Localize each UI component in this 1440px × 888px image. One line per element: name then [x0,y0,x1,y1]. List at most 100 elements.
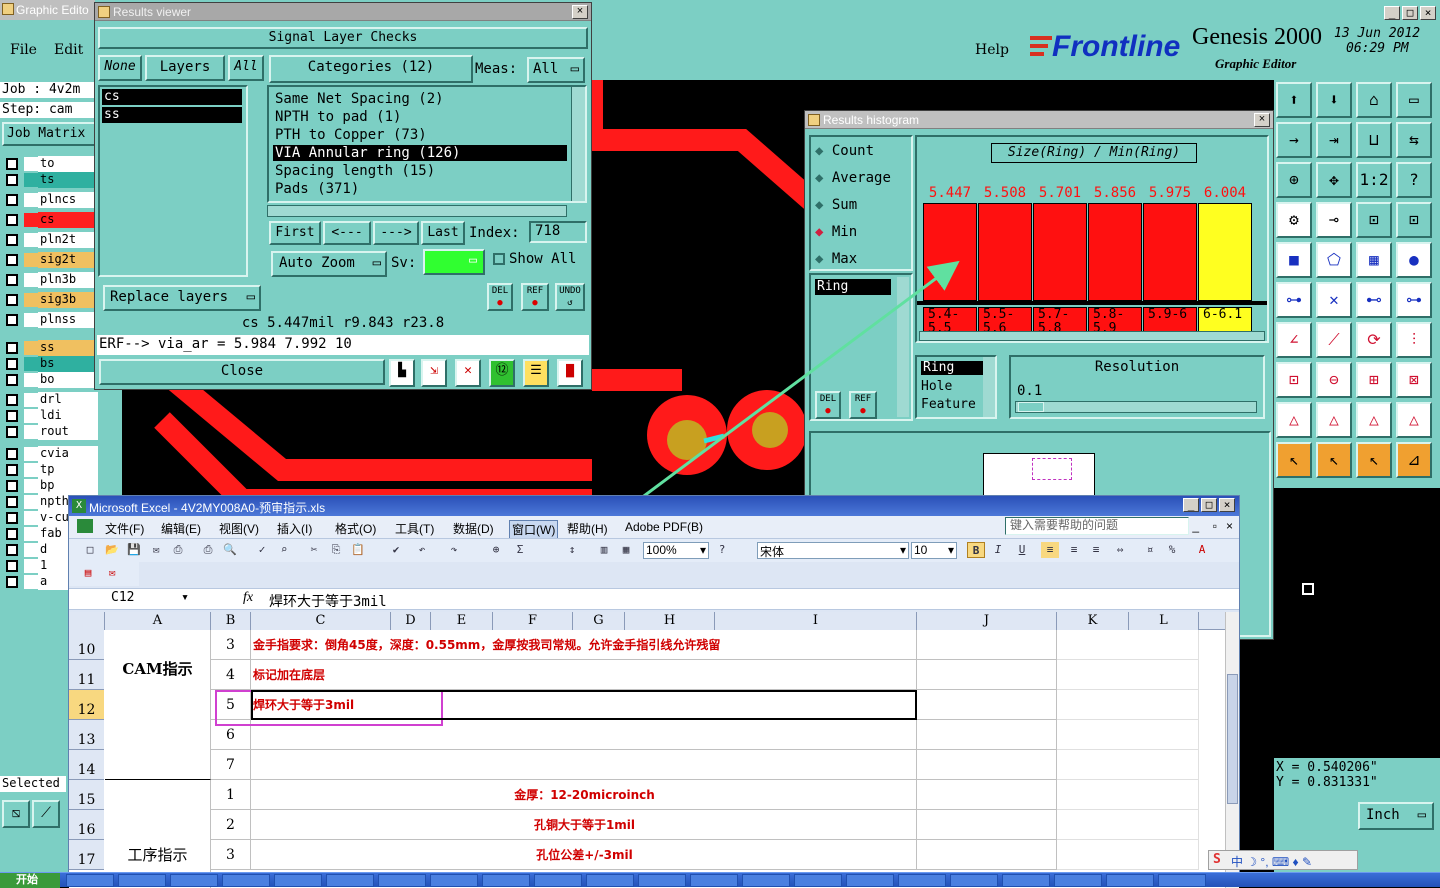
empty-cell[interactable] [1057,630,1199,660]
next-button[interactable]: ---> [373,221,419,245]
delete-icon[interactable]: ✕ [1316,282,1352,318]
list-item[interactable]: Ring [921,361,983,375]
list-item[interactable]: Hole [921,379,952,394]
category-item[interactable]: VIA Annular ring (126) [273,145,567,161]
column-header[interactable]: F [493,612,573,630]
row-header[interactable]: 12 [69,690,104,720]
none-button[interactable]: None [98,55,142,81]
radio-diamond-icon[interactable]: ◆ [815,170,823,186]
column-header[interactable]: C [251,612,391,630]
layer-checkbox[interactable] [6,544,18,556]
category-item[interactable]: Pads (371) [273,181,567,197]
row-header[interactable]: 13 [69,720,104,750]
unit-dropdown[interactable]: Inch ▭ [1358,802,1434,830]
taskbar-button[interactable] [1002,874,1050,887]
layer-row-15[interactable]: cvia [4,446,118,462]
font-size-dropdown[interactable]: 10 ▾ [911,542,957,559]
menu-edit[interactable]: Edit [54,42,83,58]
radio-diamond-icon[interactable]: ◆ [815,197,823,213]
empty-cell[interactable] [1057,720,1199,750]
scrollbar[interactable] [571,87,585,201]
tri2-icon[interactable]: △ [1316,402,1352,438]
doc-close-icon[interactable]: × [1226,519,1233,533]
pointer4-icon[interactable]: ⊿ [1396,442,1432,478]
menu-item[interactable]: 工具(T) [395,520,434,537]
hist-ref-button[interactable]: REF ● [849,391,877,419]
autosum-icon[interactable]: Σ [511,542,529,558]
empty-cell[interactable] [917,630,1057,660]
column-header[interactable]: E [431,612,493,630]
font-color-icon[interactable]: A [1193,542,1211,558]
instruction-cell[interactable]: 孔铜大于等于1mil [251,810,917,840]
layer-stack-icon[interactable]: ▙ [389,359,415,387]
pad-icon[interactable]: ● [1396,242,1432,278]
taskbar-button[interactable] [378,874,426,887]
print-icon[interactable]: ⎙ [169,542,187,558]
taskbar-button[interactable] [430,874,478,887]
group-icon[interactable]: ⊠ [1396,362,1432,398]
resolution-target-list[interactable]: Ring Hole Feature [915,355,997,419]
stat-option-average[interactable]: ◆ Average [815,168,891,188]
column-header[interactable]: A [105,612,211,630]
empty-cell[interactable] [1057,660,1199,690]
close-button[interactable]: Close [99,359,385,385]
layer-checkbox[interactable] [6,464,18,476]
swap-icon[interactable]: ⇆ [1396,122,1432,158]
tri4-icon[interactable]: △ [1396,402,1432,438]
layer-checkbox[interactable] [6,214,18,226]
layer-row-12[interactable]: drl [4,392,118,408]
taskbar-button[interactable] [326,874,374,887]
instruction-cell[interactable]: 标记加在底层 [251,660,917,690]
layer-item[interactable]: cs [102,89,242,105]
resolution-slider[interactable] [1015,401,1257,413]
stat-option-max[interactable]: ◆ Max [815,249,857,269]
undo-button[interactable]: UNDO ↺ [555,283,585,311]
spreadsheet-grid[interactable]: ABCDEFGHIJKL 10 3 金手指要求：倒角45度，深度：0.55mm，金厚… [69,612,1225,888]
taskbar-button[interactable] [690,874,738,887]
prev-button[interactable]: <--- [323,221,371,245]
layer-checkbox[interactable] [6,512,18,524]
layer-checkbox[interactable] [6,374,18,386]
taskbar-button[interactable] [534,874,582,887]
empty-cell[interactable] [917,840,1057,870]
index-cell[interactable]: 3 [211,840,251,870]
bold-icon[interactable]: B [967,542,985,558]
underline-icon[interactable]: U [1013,542,1031,558]
ime-mode-icon[interactable]: 中 ☽ °, ⌨ ♦ ✎ [1231,853,1312,870]
row-header[interactable]: 15 [69,780,104,810]
stat-option-min[interactable]: ◆ Min [815,222,857,242]
via-icon[interactable]: ⊶ [1396,282,1432,318]
doc-minimize-icon[interactable]: _ [1192,519,1199,533]
vertical-scrollbar[interactable] [1225,612,1239,888]
taskbar-button[interactable] [482,874,530,887]
merge-icon[interactable]: ⇔ [1111,542,1129,558]
menu-item[interactable]: 文件(F) [105,520,144,537]
menu-item[interactable]: 视图(V) [219,520,259,537]
taskbar-button[interactable] [638,874,686,887]
categories-list[interactable]: Same Net Spacing (2) NPTH to pad (1) PTH t… [267,85,587,203]
menu-item[interactable]: 编辑(E) [161,520,201,537]
empty-cell[interactable] [917,660,1057,690]
category-item[interactable]: Spacing length (15) [273,163,567,179]
taskbar-button[interactable] [1106,874,1154,887]
taskbar-button[interactable] [274,874,322,887]
taskbar-button[interactable] [66,874,114,887]
histogram-bar[interactable] [978,203,1032,301]
empty-cell[interactable] [917,780,1057,810]
format-painter-icon[interactable]: ✔ [387,542,405,558]
radio-diamond-icon[interactable]: ◆ [815,143,823,159]
index-input[interactable]: 718 [529,221,587,243]
layer-row-13[interactable]: ldi [4,408,118,424]
histogram-bar[interactable] [1143,203,1197,301]
empty-cell[interactable] [1057,780,1199,810]
empty-cell[interactable] [917,690,1057,720]
taskbar-button[interactable] [898,874,946,887]
home-icon[interactable]: ⌂ [1356,82,1392,118]
move-up-icon[interactable]: ⬆ [1276,82,1312,118]
move-down-icon[interactable]: ⬇ [1316,82,1352,118]
instruction-cell[interactable] [251,750,917,780]
radio-diamond-icon[interactable]: ◆ [815,251,823,267]
menu-item[interactable]: 插入(I) [277,520,312,537]
ring-attribute-item[interactable]: Ring [815,279,891,295]
layer-checkbox[interactable] [6,410,18,422]
